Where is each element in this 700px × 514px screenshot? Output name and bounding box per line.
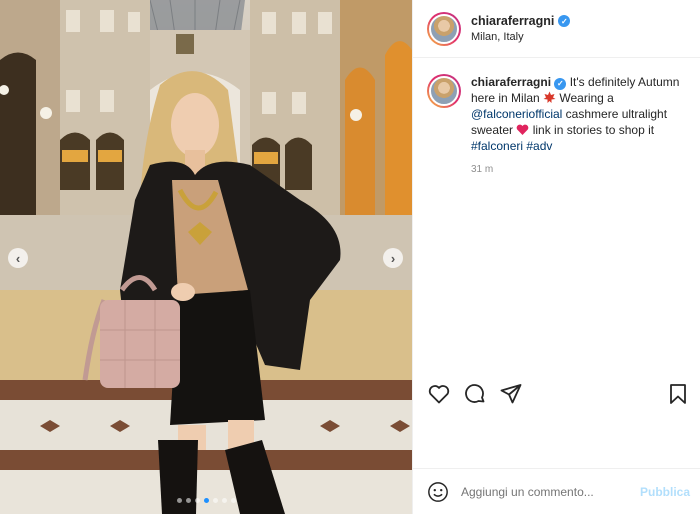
header-username[interactable]: chiaraferragni ✓ (471, 14, 571, 28)
carousel-prev-button[interactable]: ‹ (8, 248, 28, 268)
maple-leaf-icon (543, 91, 556, 103)
location-link[interactable]: Milan, Italy (471, 31, 570, 43)
caption-block: chiaraferragni ✓ It's definitely Autumn … (413, 58, 700, 154)
red-heart-icon (517, 124, 529, 135)
caption-username[interactable]: chiaraferragni (471, 75, 551, 89)
heart-icon[interactable] (427, 382, 451, 406)
post-header: chiaraferragni ✓ Milan, Italy (413, 0, 700, 58)
paper-plane-icon[interactable] (499, 382, 523, 406)
caption-avatar[interactable] (427, 74, 461, 108)
photo-illustration (0, 0, 412, 514)
carousel-dot (221, 498, 227, 503)
smiley-icon[interactable] (427, 481, 449, 503)
carousel-dot (176, 498, 182, 503)
carousel-dot (212, 498, 218, 503)
hashtag-link[interactable]: #falconeri (471, 139, 523, 153)
carousel-dot-active (203, 498, 209, 503)
carousel-next-button[interactable]: › (383, 248, 403, 268)
verified-badge-icon: ✓ (558, 15, 571, 27)
caption-segment: Wearing a (556, 91, 614, 105)
caption-segment: link in stories to shop it (529, 123, 655, 137)
comment-input[interactable] (461, 484, 640, 499)
hashtag-link[interactable]: #adv (526, 139, 552, 153)
post-actions (427, 381, 690, 407)
carousel-dots (0, 498, 412, 503)
post-sidebar: chiaraferragni ✓ Milan, Italy chiaraferr… (412, 0, 700, 514)
post-photo[interactable]: ‹ › (0, 0, 412, 514)
carousel-dot (194, 498, 200, 503)
carousel-dot (185, 498, 191, 503)
comment-bar: Pubblica (413, 468, 700, 514)
carousel-dot (230, 498, 236, 503)
post-timestamp[interactable]: 31 m (471, 164, 700, 175)
mention-link[interactable]: @falconeriofficial (471, 107, 562, 121)
comment-icon[interactable] (463, 382, 487, 406)
username-text[interactable]: chiaraferragni (471, 14, 554, 28)
bookmark-icon[interactable] (666, 382, 690, 406)
caption-text: chiaraferragni ✓ It's definitely Autumn … (471, 74, 686, 154)
publish-button[interactable]: Pubblica (640, 485, 690, 499)
verified-badge-icon: ✓ (554, 78, 567, 90)
avatar[interactable] (427, 11, 461, 46)
